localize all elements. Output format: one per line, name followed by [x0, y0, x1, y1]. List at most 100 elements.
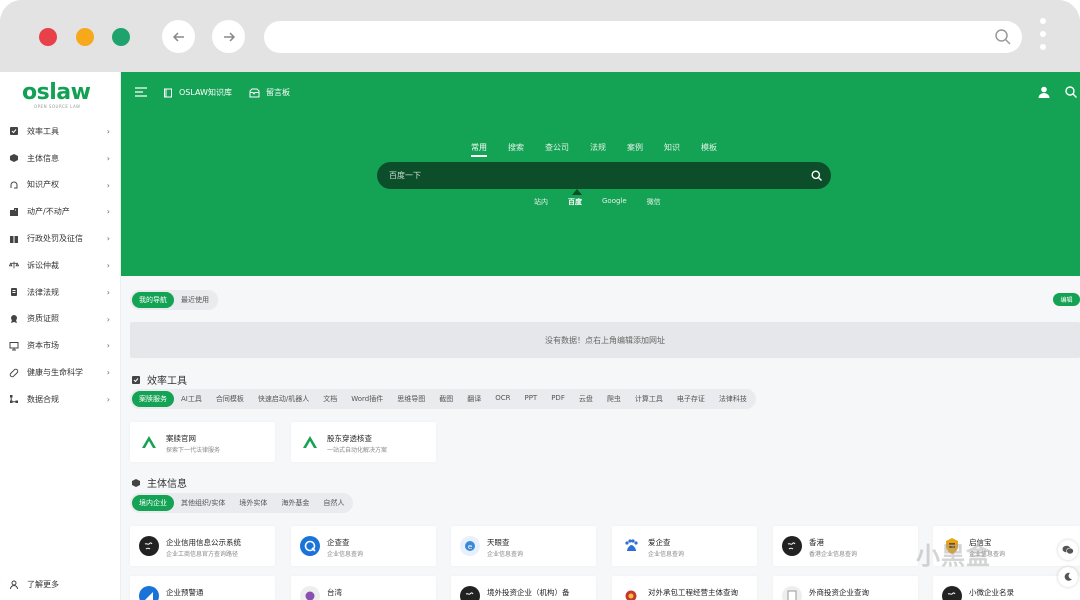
- card-title: 案牍官网: [166, 434, 196, 443]
- learn-more-link[interactable]: 了解更多: [9, 579, 59, 590]
- sidebar-item-license[interactable]: 资质证照 ›: [0, 306, 121, 333]
- link-card[interactable]: 境外投资企业（机构）备: [451, 576, 596, 600]
- tab-templates[interactable]: 模板: [701, 142, 717, 153]
- link-card[interactable]: 案牍官网 探索下一代法律服务: [130, 422, 275, 462]
- tab-ocr[interactable]: OCR: [488, 391, 517, 407]
- link-card[interactable]: 香港 香港企业信息查询: [773, 526, 918, 566]
- chevron-right-icon: ›: [106, 234, 110, 244]
- card-title: 境外投资企业（机构）备: [487, 588, 570, 597]
- andu-logo-icon: [300, 432, 320, 452]
- card-title: 企业信用信息公示系统: [166, 538, 241, 547]
- search-icon[interactable]: [994, 28, 1012, 46]
- link-card[interactable]: 外商投资企业查询: [773, 576, 918, 600]
- tab-cloud-drive[interactable]: 云盘: [572, 391, 600, 407]
- dark-mode-toggle[interactable]: [1058, 567, 1078, 587]
- engine-google[interactable]: Google: [602, 197, 627, 207]
- sidebar-item-property[interactable]: 动产/不动产 ›: [0, 198, 121, 225]
- sidebar-item-litigation[interactable]: 诉讼仲裁 ›: [0, 252, 121, 279]
- search-input[interactable]: [389, 162, 789, 189]
- wechat-float-button[interactable]: [1058, 540, 1078, 560]
- sidebar-item-ip[interactable]: 知识产权 ›: [0, 172, 121, 199]
- tab-mind-map[interactable]: 思维导图: [390, 391, 432, 407]
- browser-menu-button[interactable]: [1040, 18, 1046, 57]
- link-card[interactable]: 企业预警通: [130, 576, 275, 600]
- oslaw-logo[interactable]: oslaw OPEN SOURCE LAW: [22, 80, 98, 110]
- tab-cases[interactable]: 案例: [627, 142, 643, 153]
- card-title: 香港: [809, 538, 824, 547]
- sidebar-item-capital[interactable]: 资本市场 ›: [0, 332, 121, 359]
- message-board-link[interactable]: 留言板: [249, 87, 290, 98]
- tab-word-plugins[interactable]: Word插件: [344, 391, 390, 407]
- chevron-right-icon: ›: [106, 127, 110, 136]
- tab-natural-person[interactable]: 自然人: [316, 495, 351, 511]
- tab-overseas-fund[interactable]: 海外基金: [274, 495, 316, 511]
- tab-ppt[interactable]: PPT: [517, 391, 544, 407]
- tab-recent[interactable]: 最近使用: [174, 292, 216, 308]
- card-description: 企业工商信息官方查询路径: [166, 551, 239, 558]
- user-icon[interactable]: [1038, 86, 1050, 98]
- tab-knowledge[interactable]: 知识: [664, 142, 680, 153]
- tab-documents[interactable]: 文档: [316, 391, 344, 407]
- sidebar-item-label: 知识产权: [27, 180, 59, 190]
- tab-company[interactable]: 查公司: [545, 142, 569, 153]
- tab-common[interactable]: 常用: [471, 142, 487, 157]
- sidebar-item-data-compliance[interactable]: 数据合规 ›: [0, 386, 121, 413]
- section-title-label: 效率工具: [147, 376, 187, 387]
- card-title: 企业预警通: [166, 588, 204, 597]
- card-description: 企业信息查询: [648, 551, 685, 558]
- sidebar-item-efficiency[interactable]: 效率工具 ›: [0, 118, 121, 145]
- tab-search[interactable]: 搜索: [508, 142, 524, 153]
- address-bar[interactable]: [264, 21, 1022, 53]
- card-title: 天眼查: [487, 538, 510, 547]
- link-card[interactable]: 台湾: [291, 576, 436, 600]
- sidebar-item-entity[interactable]: 主体信息 ›: [0, 145, 121, 172]
- tab-pdf[interactable]: PDF: [544, 391, 572, 407]
- tab-regulations[interactable]: 法规: [590, 142, 606, 153]
- tab-andu-service[interactable]: 案牍服务: [132, 391, 174, 407]
- knowledge-base-link[interactable]: OSLAW知识库: [163, 87, 232, 98]
- tab-legal-tech[interactable]: 法律科技: [712, 391, 754, 407]
- engine-baidu[interactable]: 百度: [568, 189, 582, 207]
- tab-overseas-entity[interactable]: 境外实体: [232, 495, 274, 511]
- link-card[interactable]: 企业信用信息公示系统 企业工商信息官方查询路径: [130, 526, 275, 566]
- tab-ai-tools[interactable]: AI工具: [174, 391, 209, 407]
- tab-screenshot[interactable]: 截图: [432, 391, 460, 407]
- maximize-window-button[interactable]: [112, 28, 130, 46]
- search-icon[interactable]: [811, 170, 822, 181]
- cube-icon: [9, 153, 19, 163]
- link-card[interactable]: 股东穿透核查 一站式自动化解决方案: [291, 422, 436, 462]
- tab-other-org[interactable]: 其他组织/实体: [174, 495, 232, 511]
- tab-crawler[interactable]: 爬虫: [600, 391, 628, 407]
- chevron-right-icon: ›: [106, 153, 110, 163]
- forward-button[interactable]: [212, 20, 245, 53]
- back-button[interactable]: [162, 20, 195, 53]
- close-window-button[interactable]: [39, 28, 57, 46]
- tab-translate[interactable]: 翻译: [460, 391, 488, 407]
- engine-wechat[interactable]: 微信: [647, 197, 661, 207]
- my-nav-tabs: 我的导航 最近使用: [130, 290, 218, 310]
- tab-e-evidence[interactable]: 电子存证: [670, 391, 712, 407]
- engine-site[interactable]: 站内: [534, 197, 548, 207]
- tab-calculator[interactable]: 计算工具: [628, 391, 670, 407]
- sidebar-item-health[interactable]: 健康与生命科学 ›: [0, 359, 121, 386]
- minimize-window-button[interactable]: [76, 28, 94, 46]
- kebab-dot: [1040, 44, 1046, 50]
- menu-icon[interactable]: [135, 87, 147, 97]
- entity-tabs: 境内企业 其他组织/实体 境外实体 海外基金 自然人: [130, 493, 354, 513]
- tab-quick-launch[interactable]: 快速启动/机器人: [251, 391, 316, 407]
- edit-button[interactable]: 编辑: [1053, 293, 1080, 306]
- link-card[interactable]: 企查查 企业信息查询: [291, 526, 436, 566]
- link-card[interactable]: e 天眼查 企业信息查询: [451, 526, 596, 566]
- link-card[interactable]: 爱企查 企业信息查询: [612, 526, 757, 566]
- sidebar-item-label: 主体信息: [27, 153, 59, 163]
- search-icon[interactable]: [1065, 86, 1077, 98]
- efficiency-tabs: 案牍服务 AI工具 合同模板 快速启动/机器人 文档 Word插件 思维导图 截…: [130, 389, 756, 409]
- tab-contract-templates[interactable]: 合同模板: [209, 391, 251, 407]
- tab-my-nav[interactable]: 我的导航: [132, 292, 174, 308]
- sidebar-item-penalty[interactable]: 行政处罚及征信 ›: [0, 225, 121, 252]
- tab-domestic-enterprise[interactable]: 境内企业: [132, 495, 174, 511]
- link-card[interactable]: 对外承包工程经营主体查询: [612, 576, 757, 600]
- sidebar-item-laws[interactable]: 法律法规 ›: [0, 279, 121, 306]
- moon-icon: [1064, 572, 1072, 581]
- chevron-right-icon: ›: [106, 207, 110, 217]
